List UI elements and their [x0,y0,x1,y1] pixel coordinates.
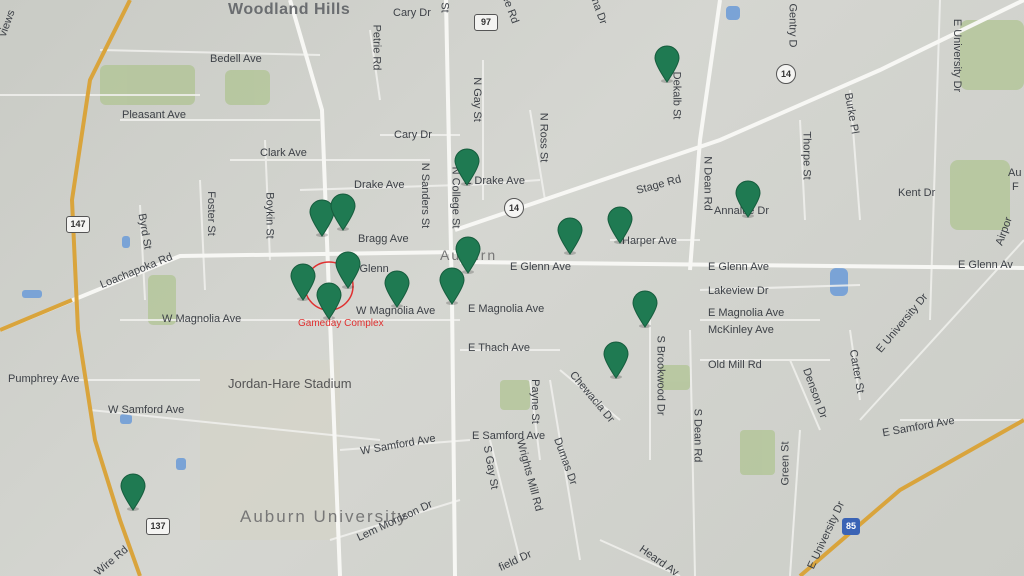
street-label: Cary Dr [393,7,431,19]
street-label: Au [1008,167,1022,179]
street-label: McKinley Ave [708,324,774,336]
street-label: Thorpe St [800,131,813,180]
map-pin-marker[interactable] [557,217,583,255]
street-label: N Dean Rd [701,156,714,211]
map-pin-marker[interactable] [120,473,146,511]
street-label: Gentry D [786,3,799,48]
street-label: E Glenn Ave [510,261,571,273]
map-view[interactable]: Woodland Hills Auburn University Auburn … [0,0,1024,576]
street-label: Pumphrey Ave [8,373,80,385]
street-label: E Magnolia Ave [468,303,545,315]
street-label: N Gay St [470,77,483,122]
street-label: Old Mill Rd [708,359,762,371]
street-label: Boykin St [263,192,276,239]
street-label: Petrie Rd [370,24,383,71]
street-label: E University Dr [951,18,964,93]
street-label: E Glenn Ave [708,261,769,273]
area-label-woodland-hills: Woodland Hills [228,1,351,18]
map-pin-marker[interactable] [316,282,342,320]
route-137-shield: 137 [146,518,170,535]
street-label: Green St [779,441,792,486]
street-label: Bragg Ave [358,233,409,245]
street-label: Payne St [528,379,541,424]
route-147-shield: 147 [66,216,90,233]
street-label: St [438,2,451,13]
street-label: S Brookwood Dr [654,335,667,416]
street-label: Pleasant Ave [122,109,187,121]
street-label: E Magnolia Ave [708,307,785,319]
map-pin-marker[interactable] [290,263,316,301]
street-label: Kent Dr [898,187,936,199]
map-pin-marker[interactable] [455,236,481,274]
route-14-shield: 14 [776,64,796,84]
stadium-label[interactable]: Jordan-Hare Stadium [228,377,352,390]
street-label: F [1012,181,1019,193]
map-pin-marker[interactable] [654,45,680,83]
map-pin-marker[interactable] [607,206,633,244]
street-label: E Samford Ave [472,430,546,442]
street-label: S Dean Rd [691,408,704,463]
street-label: Clark Ave [260,147,307,159]
street-label: Cary Dr [394,129,432,141]
street-label: E Glenn Av [958,259,1013,271]
route-97-shield: 97 [474,14,498,31]
interstate-85-shield: 85 [842,518,860,535]
street-label: W Samford Ave [108,404,185,416]
map-pin-marker[interactable] [632,290,658,328]
map-base [0,0,1024,576]
street-label: Lakeview Dr [708,285,769,297]
street-label: N Sanders St [419,162,432,229]
street-label: E Thach Ave [468,342,530,354]
street-label: Drake Ave [354,179,405,191]
map-pin-marker[interactable] [330,193,356,231]
street-label: Bedell Ave [210,53,262,65]
map-pin-marker[interactable] [603,341,629,379]
map-pin-marker[interactable] [735,180,761,218]
map-pin-marker[interactable] [384,270,410,308]
street-label: N Ross St [537,112,550,163]
street-label: Foster St [204,191,217,236]
street-label: W Magnolia Ave [162,313,242,325]
route-14-shield: 14 [504,198,524,218]
map-pin-marker[interactable] [454,148,480,186]
